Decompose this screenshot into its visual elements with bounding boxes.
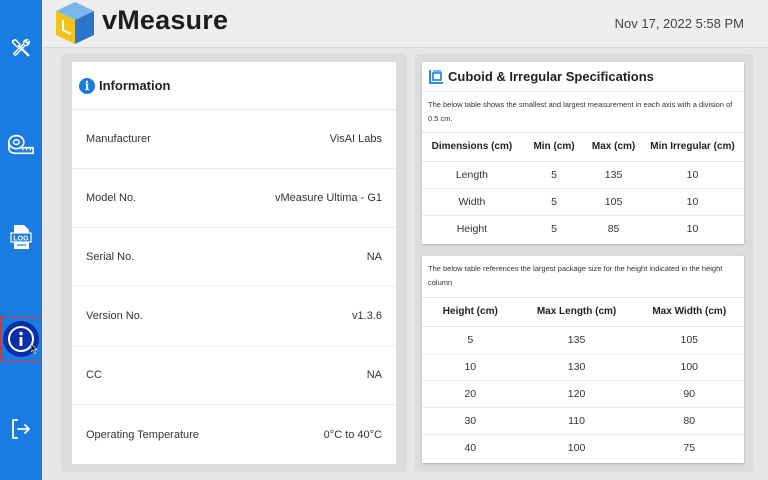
table-row: Height 5 85 10	[422, 215, 744, 242]
info-row-label: Version No.	[86, 310, 143, 322]
measuring-tape-icon	[8, 134, 34, 155]
specifications-panel: Cuboid & Irregular Specifications The be…	[415, 54, 753, 472]
app-name: vMeasure	[102, 5, 229, 35]
table-cell: 105	[634, 326, 744, 354]
specifications-description: The below table shows the smallest and l…	[422, 92, 744, 133]
sidebar-item-logout[interactable]	[0, 406, 42, 452]
info-row: Manufacturer VisAI Labs	[72, 110, 396, 169]
table-header-cell: Dimensions (cm)	[422, 133, 522, 162]
table-header-cell: Max Length (cm)	[518, 298, 635, 327]
sidebar-item-log[interactable]: LOG	[0, 214, 42, 260]
table-header-cell: Min (cm)	[521, 133, 587, 162]
specifications-table: Dimensions (cm) Min (cm) Max (cm) Min Irreg…	[422, 133, 744, 242]
specifications-title: Cuboid & Irregular Specifications	[448, 69, 654, 84]
table-row: 10 130 100	[422, 353, 744, 381]
info-row-value: VisAI Labs	[329, 133, 382, 145]
info-badge-icon: i	[79, 77, 95, 94]
info-row: Version No. v1.3.6	[72, 287, 396, 346]
info-row-value: vMeasure Ultima - G1	[275, 192, 382, 204]
tools-icon	[12, 38, 30, 57]
table-cell: 135	[586, 161, 641, 189]
table-cell: 130	[518, 353, 635, 381]
table-cell: 110	[518, 407, 635, 435]
table-row: Length 5 135 10	[422, 161, 744, 189]
info-row-label: Model No.	[86, 192, 137, 204]
info-row-value: NA	[366, 251, 382, 263]
table-cell: 30	[422, 407, 519, 435]
table-cell: 100	[634, 353, 744, 381]
table-cell: Height	[456, 222, 488, 235]
table-cell: 135	[518, 326, 635, 354]
dimensions-icon	[429, 69, 443, 84]
info-row-label: Serial No.	[86, 251, 135, 263]
sidebar-item-info[interactable]	[0, 316, 42, 361]
info-row-value: 0°C to 40°C	[323, 428, 382, 441]
table-cell: 5	[551, 222, 557, 235]
table-cell: 10	[640, 161, 744, 189]
table-header-cell: Height (cm)	[422, 298, 519, 327]
table-cell: 105	[586, 188, 641, 216]
table-row: Width 5 105 10	[422, 188, 744, 216]
table-header-cell: Max Width (cm)	[634, 298, 744, 327]
table-cell: 85	[607, 222, 620, 235]
max-size-table: Height (cm) Max Length (cm) Max Width (cm)…	[422, 298, 744, 461]
table-cell: 10	[686, 222, 699, 235]
max-size-description: The below table references the largest p…	[422, 256, 744, 298]
info-row-value: v1.3.6	[352, 310, 382, 322]
info-row: Serial No. NA	[72, 228, 396, 287]
table-cell: 10	[640, 188, 744, 216]
table-cell: 5	[521, 188, 587, 216]
information-title: Information	[99, 78, 171, 93]
info-row-label: CC	[86, 369, 102, 381]
table-header-cell: Min Irregular (cm)	[640, 133, 744, 162]
table-cell: 90	[634, 380, 744, 408]
specifications-card: Cuboid & Irregular Specifications The be…	[422, 62, 744, 244]
sidebar-item-tools[interactable]	[0, 25, 42, 71]
table-header-cell: Max (cm)	[586, 133, 641, 162]
specifications-header: Cuboid & Irregular Specifications	[422, 62, 744, 92]
information-header: i Information	[72, 62, 396, 110]
table-cell: 120	[518, 380, 635, 408]
table-cell: 10	[422, 353, 519, 381]
table-cell: 20	[422, 380, 519, 408]
table-cell: Width	[422, 188, 522, 216]
logout-icon	[12, 419, 30, 439]
table-row: 5 135 105	[422, 326, 744, 354]
info-row: Model No. vMeasure Ultima - G1	[72, 169, 396, 228]
table-cell: 100	[567, 441, 586, 454]
sidebar-item-measure[interactable]	[0, 121, 42, 167]
header: vMeasure Nov 17, 2022 5:58 PM	[42, 0, 768, 48]
info-row: CC NA	[72, 346, 396, 405]
table-cell: 80	[634, 407, 744, 435]
log-icon-label: LOG	[13, 235, 29, 242]
table-cell: 75	[683, 441, 696, 454]
table-cell: Length	[422, 161, 522, 189]
info-row: Operating Temperature 0°C to 40°C	[72, 405, 396, 464]
log-icon: LOG	[10, 225, 32, 249]
app-logo	[56, 2, 94, 44]
sidebar: LOG	[0, 0, 42, 480]
info-row-value: NA	[366, 369, 382, 381]
information-panel: i Information Manufacturer VisAI Labs Mode…	[61, 54, 407, 472]
datetime: Nov 17, 2022 5:58 PM	[614, 16, 744, 31]
info-row-label: Operating Temperature	[86, 428, 199, 441]
information-card: i Information Manufacturer VisAI Labs Mode…	[72, 62, 396, 464]
table-cell: 5	[422, 326, 519, 354]
table-row: 40 100 75	[422, 434, 744, 461]
table-row: 30 110 80	[422, 407, 744, 435]
info-row-label: Manufacturer	[86, 133, 151, 145]
mouse-cursor-icon	[31, 344, 38, 354]
table-row: 20 120 90	[422, 380, 744, 408]
table-cell: 5	[521, 161, 587, 189]
table-cell: 40	[464, 441, 477, 454]
max-size-card: The below table references the largest p…	[422, 256, 744, 463]
